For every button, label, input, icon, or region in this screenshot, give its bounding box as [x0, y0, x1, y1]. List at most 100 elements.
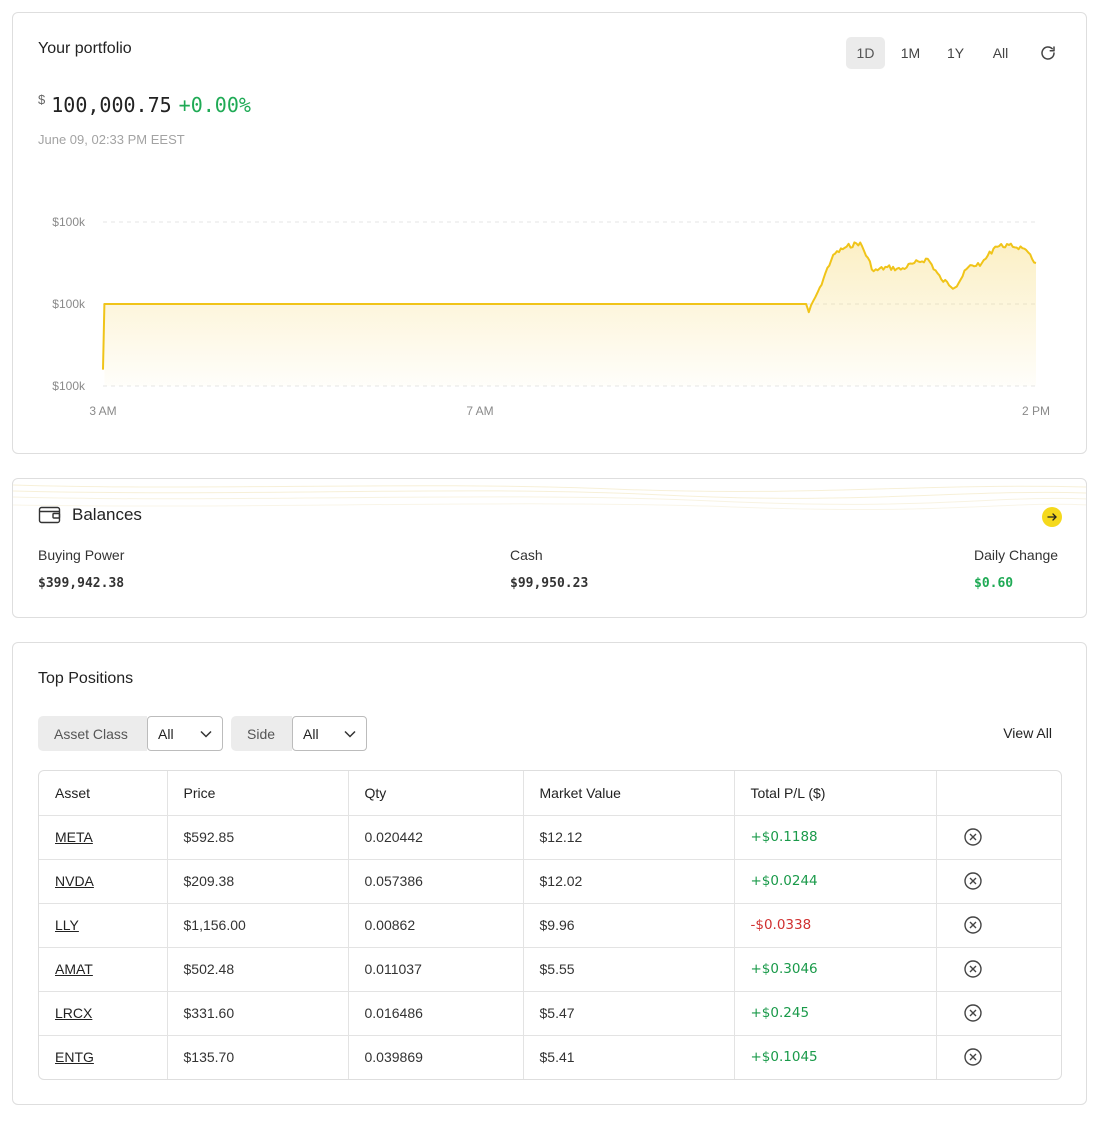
- asset-link[interactable]: ENTG: [55, 1049, 94, 1065]
- qty-cell: 0.016486: [348, 991, 524, 1036]
- asset-class-label: Asset Class: [38, 716, 147, 751]
- asset-link[interactable]: LLY: [55, 917, 79, 933]
- table-row: NVDA $209.38 0.057386 $12.02 +$0.0244: [39, 859, 1061, 904]
- total-pl-cell: +$0.1045: [734, 1035, 937, 1079]
- portfolio-chart[interactable]: $100k $100k $100k 3 AM 7 AM 2 PM: [13, 193, 1086, 433]
- actions-cell: [936, 991, 1061, 1036]
- range-tab-all[interactable]: All: [981, 37, 1020, 69]
- close-position-button[interactable]: [963, 1047, 983, 1067]
- close-position-button[interactable]: [963, 959, 983, 979]
- y-tick-label: $100k: [52, 297, 86, 311]
- close-circle-icon: [963, 872, 982, 890]
- market-value-cell: $12.12: [523, 815, 735, 860]
- actions-cell: [936, 903, 1061, 948]
- asset-link[interactable]: LRCX: [55, 1005, 92, 1021]
- table-row: META $592.85 0.020442 $12.12 +$0.1188: [39, 815, 1061, 860]
- side-label: Side: [231, 716, 292, 751]
- buying-power: Buying Power $399,942.38: [38, 547, 124, 591]
- qty-cell: 0.039869: [348, 1035, 524, 1079]
- qty-cell: 0.011037: [348, 947, 524, 992]
- asset-class-value: All: [158, 725, 174, 742]
- column-header-actions: [936, 771, 1061, 816]
- close-circle-icon: [963, 1048, 982, 1066]
- refresh-icon: [1041, 46, 1055, 60]
- refresh-button[interactable]: [1032, 37, 1064, 69]
- y-tick-label: $100k: [52, 215, 86, 229]
- asset-link[interactable]: NVDA: [55, 873, 94, 889]
- range-tab-1m[interactable]: 1M: [891, 37, 930, 69]
- x-tick-label: 3 AM: [89, 404, 116, 418]
- range-tab-1y[interactable]: 1Y: [936, 37, 975, 69]
- close-position-button[interactable]: [963, 827, 983, 847]
- cash-label: Cash: [510, 547, 543, 563]
- asset-cell: LLY: [39, 903, 168, 948]
- asset-link[interactable]: AMAT: [55, 961, 93, 977]
- balances-open-button[interactable]: [1042, 507, 1062, 527]
- close-circle-icon: [963, 960, 982, 978]
- cash: Cash $99,950.23: [510, 547, 588, 591]
- total-pl-cell: +$0.3046: [734, 947, 937, 992]
- price-cell: $592.85: [167, 815, 349, 860]
- actions-cell: [936, 1035, 1061, 1079]
- market-value-cell: $12.02: [523, 859, 735, 904]
- asset-class-filter: Asset Class All: [38, 716, 223, 751]
- price-cell: $331.60: [167, 991, 349, 1036]
- side-select[interactable]: All: [292, 716, 367, 751]
- close-position-button[interactable]: [963, 915, 983, 935]
- daily-change-label: Daily Change: [974, 547, 1059, 563]
- asset-cell: ENTG: [39, 1035, 168, 1079]
- column-header-asset: Asset: [39, 771, 168, 816]
- balances-card: Balances Buying Power $399,942.38 Cash $…: [12, 478, 1087, 618]
- asset-cell: META: [39, 815, 168, 860]
- view-all-button[interactable]: View All: [1003, 725, 1052, 741]
- total-pl-cell: +$0.0244: [734, 859, 937, 904]
- market-value-cell: $5.55: [523, 947, 735, 992]
- range-tabs: 1D 1M 1Y All: [840, 37, 1064, 69]
- portfolio-timestamp: June 09, 02:33 PM EEST: [38, 132, 185, 147]
- portfolio-change: +0.00%: [178, 93, 251, 117]
- table-row: LLY $1,156.00 0.00862 $9.96 -$0.0338: [39, 903, 1061, 948]
- table-row: AMAT $502.48 0.011037 $5.55 +$0.3046: [39, 947, 1061, 992]
- chevron-down-icon: [344, 730, 356, 738]
- market-value-cell: $5.41: [523, 1035, 735, 1079]
- portfolio-card: Your portfolio 1D 1M 1Y All $ 100,000.75…: [12, 12, 1087, 454]
- market-value-cell: $9.96: [523, 903, 735, 948]
- buying-power-value: $399,942.38: [38, 576, 125, 591]
- table-row: ENTG $135.70 0.039869 $5.41 +$0.1045: [39, 1035, 1061, 1079]
- buying-power-label: Buying Power: [38, 547, 125, 563]
- arrow-right-icon: [1047, 513, 1057, 521]
- side-filter: Side All: [231, 716, 367, 751]
- close-circle-icon: [963, 916, 982, 934]
- asset-link[interactable]: META: [55, 829, 93, 845]
- asset-cell: AMAT: [39, 947, 168, 992]
- side-value: All: [303, 725, 319, 742]
- total-pl-cell: +$0.245: [734, 991, 937, 1036]
- x-tick-label: 7 AM: [466, 404, 493, 418]
- balances-header: Balances: [38, 505, 142, 525]
- column-header-market-value: Market Value: [523, 771, 735, 816]
- chevron-down-icon: [200, 730, 212, 738]
- total-pl-cell: +$0.1188: [734, 815, 937, 860]
- qty-cell: 0.020442: [348, 815, 524, 860]
- x-tick-label: 2 PM: [1022, 404, 1050, 418]
- asset-cell: NVDA: [39, 859, 168, 904]
- asset-class-select[interactable]: All: [147, 716, 223, 751]
- decorative-waves: [13, 484, 1086, 511]
- column-header-qty: Qty: [348, 771, 524, 816]
- currency-symbol: $: [38, 92, 46, 107]
- portfolio-value: $ 100,000.75 +0.00%: [38, 92, 251, 117]
- daily-change: Daily Change $0.60: [974, 547, 1058, 591]
- balances-title: Balances: [72, 505, 142, 524]
- table-row: LRCX $331.60 0.016486 $5.47 +$0.245: [39, 991, 1061, 1036]
- range-tab-1d[interactable]: 1D: [846, 37, 885, 69]
- close-position-button[interactable]: [963, 871, 983, 891]
- column-header-price: Price: [167, 771, 349, 816]
- portfolio-amount: 100,000.75: [51, 93, 172, 117]
- cash-value: $99,950.23: [510, 576, 589, 591]
- qty-cell: 0.00862: [348, 903, 524, 948]
- daily-change-value: $0.60: [974, 576, 1014, 591]
- close-position-button[interactable]: [963, 1003, 983, 1023]
- close-circle-icon: [963, 1004, 982, 1022]
- price-cell: $209.38: [167, 859, 349, 904]
- price-cell: $1,156.00: [167, 903, 349, 948]
